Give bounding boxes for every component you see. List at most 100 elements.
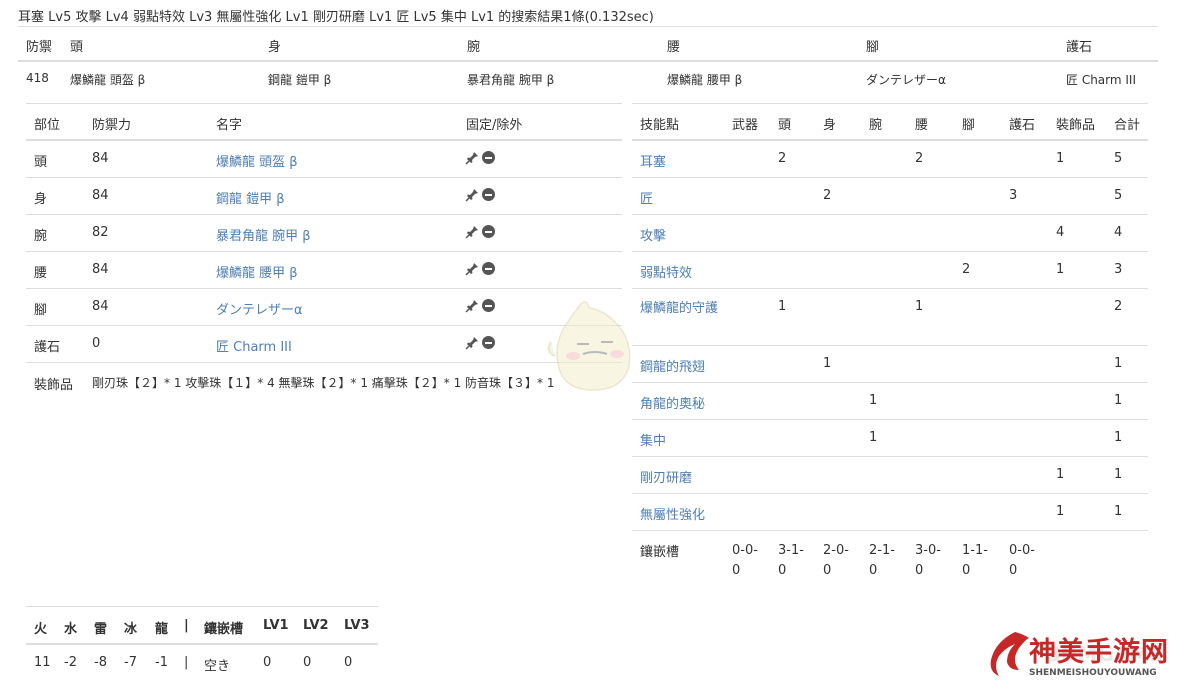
summary-top-border bbox=[18, 26, 1158, 27]
skill-charm-points: 3 bbox=[1009, 188, 1018, 203]
slot-arm: 2-1-0 bbox=[869, 543, 895, 578]
pin-icon[interactable] bbox=[465, 151, 479, 165]
skill-head-points: 1 bbox=[778, 299, 787, 314]
exclude-icon[interactable] bbox=[482, 262, 495, 275]
skill-name-link[interactable]: 弱點特效 bbox=[640, 262, 692, 281]
summary-header-def: 防禦 bbox=[26, 40, 53, 55]
equip-row-name-link[interactable]: 爆鱗龍 腰甲 β bbox=[216, 262, 298, 281]
equip-row-defense: 84 bbox=[92, 299, 109, 314]
skill-total: 5 bbox=[1114, 188, 1123, 203]
skill-total: 3 bbox=[1114, 262, 1123, 277]
equip-top-border bbox=[26, 103, 622, 104]
equip-row-part: 腰 bbox=[34, 266, 48, 281]
exclude-icon[interactable] bbox=[482, 188, 495, 201]
skill-name-link[interactable]: 攻擊 bbox=[640, 225, 666, 244]
summary-defense-value: 418 bbox=[26, 71, 49, 85]
exclude-icon[interactable] bbox=[482, 225, 495, 238]
equip-header-part: 部位 bbox=[34, 118, 61, 133]
summary-header-charm: 護石 bbox=[1066, 40, 1093, 55]
skills-top-border bbox=[632, 103, 1148, 104]
skill-leg-points: 2 bbox=[962, 262, 971, 277]
summary-head-value: 爆鱗龍 頭盔 β bbox=[70, 73, 146, 87]
slot-waist: 3-0-0 bbox=[915, 543, 941, 578]
equip-header-defense: 防禦力 bbox=[92, 118, 132, 133]
skill-name-link[interactable]: 耳塞 bbox=[640, 151, 666, 170]
skills-header-waist: 腰 bbox=[915, 118, 929, 133]
equip-header-name: 名字 bbox=[216, 118, 243, 133]
slot-weapon: 0-0-0 bbox=[732, 543, 758, 578]
skill-name-link[interactable]: 集中 bbox=[640, 430, 666, 449]
summary-header-border bbox=[18, 60, 1158, 62]
row-divider bbox=[26, 362, 622, 363]
skill-name-link[interactable]: 角龍的奧秘 bbox=[640, 393, 705, 412]
pin-icon[interactable] bbox=[465, 225, 479, 239]
equip-row-part: 頭 bbox=[34, 155, 48, 170]
skill-name-link[interactable]: 剛刃研磨 bbox=[640, 467, 692, 486]
row-divider bbox=[26, 288, 622, 289]
skill-body-points: 2 bbox=[823, 188, 832, 203]
skill-waist-points: 2 bbox=[915, 151, 924, 166]
resist-header-dragon: 龍 bbox=[155, 622, 169, 637]
resist-header-water: 水 bbox=[64, 622, 78, 637]
resist-lv1-value: 0 bbox=[263, 655, 272, 670]
equip-row-defense: 84 bbox=[92, 262, 109, 277]
skill-name-link[interactable]: 匠 bbox=[640, 188, 653, 207]
row-divider bbox=[632, 177, 1148, 178]
exclude-icon[interactable] bbox=[482, 336, 495, 349]
skill-total: 1 bbox=[1114, 393, 1123, 408]
summary-header-leg: 腳 bbox=[866, 40, 880, 55]
equip-row-actions bbox=[465, 224, 495, 239]
brand-logo-icon bbox=[990, 632, 1029, 676]
equip-row-name-link[interactable]: ダンテレザーα bbox=[216, 299, 303, 318]
equip-row-actions bbox=[465, 187, 495, 202]
equip-row-part: 身 bbox=[34, 192, 48, 207]
skills-header-charm: 護石 bbox=[1009, 118, 1036, 133]
resist-header-ice: 冰 bbox=[124, 622, 138, 637]
skill-total: 5 bbox=[1114, 151, 1123, 166]
summary-charm-value: 匠 Charm III bbox=[1066, 73, 1136, 87]
resist-header-slots: 鑲嵌槽 bbox=[204, 622, 244, 637]
skill-name-link[interactable]: 無屬性強化 bbox=[640, 504, 705, 523]
row-divider bbox=[632, 214, 1148, 215]
row-divider bbox=[632, 493, 1148, 494]
summary-header-head: 頭 bbox=[70, 40, 84, 55]
pin-icon[interactable] bbox=[465, 336, 479, 350]
skill-total: 2 bbox=[1114, 299, 1123, 314]
pin-icon[interactable] bbox=[465, 188, 479, 202]
resist-lv2-value: 0 bbox=[303, 655, 312, 670]
row-divider bbox=[632, 288, 1148, 289]
skill-total: 1 bbox=[1114, 430, 1123, 445]
equip-row-name-link[interactable]: 匠 Charm III bbox=[216, 336, 292, 355]
skills-header-total: 合計 bbox=[1114, 118, 1141, 133]
pin-icon[interactable] bbox=[465, 299, 479, 313]
resist-header-thunder: 雷 bbox=[94, 622, 108, 637]
skills-header-leg: 腳 bbox=[962, 118, 976, 133]
slot-charm: 0-0-0 bbox=[1009, 543, 1035, 578]
skills-header-skill: 技能點 bbox=[640, 118, 680, 133]
skill-waist-points: 1 bbox=[915, 299, 924, 314]
skill-name-link[interactable]: 鋼龍的飛翅 bbox=[640, 356, 705, 375]
equip-row-defense: 84 bbox=[92, 151, 109, 166]
skills-header-head: 頭 bbox=[778, 118, 792, 133]
exclude-icon[interactable] bbox=[482, 151, 495, 164]
skills-header-weapon: 武器 bbox=[732, 118, 759, 133]
summary-waist-value: 爆鱗龍 腰甲 β bbox=[667, 73, 743, 87]
equip-row-name-link[interactable]: 爆鱗龍 頭盔 β bbox=[216, 151, 298, 170]
equip-row-name-link[interactable]: 暴君角龍 腕甲 β bbox=[216, 225, 311, 244]
pin-icon[interactable] bbox=[465, 262, 479, 276]
decorations-label: 裝飾品 bbox=[34, 378, 74, 393]
skill-arm-points: 1 bbox=[869, 393, 878, 408]
equip-row-name-link[interactable]: 鋼龍 鎧甲 β bbox=[216, 188, 285, 207]
skill-total: 1 bbox=[1114, 504, 1123, 519]
resist-lv3-value: 0 bbox=[344, 655, 353, 670]
skill-total: 1 bbox=[1114, 467, 1123, 482]
exclude-icon[interactable] bbox=[482, 299, 495, 312]
row-divider bbox=[26, 325, 622, 326]
equip-row-defense: 82 bbox=[92, 225, 109, 240]
skill-head-points: 2 bbox=[778, 151, 787, 166]
brand-name: 神美手游网 bbox=[1029, 637, 1169, 668]
skill-name-link[interactable]: 爆鱗龍的守護 bbox=[640, 299, 720, 319]
resist-water-value: -2 bbox=[64, 655, 77, 670]
skills-header-body: 身 bbox=[823, 118, 837, 133]
resist-separator: | bbox=[184, 655, 189, 670]
